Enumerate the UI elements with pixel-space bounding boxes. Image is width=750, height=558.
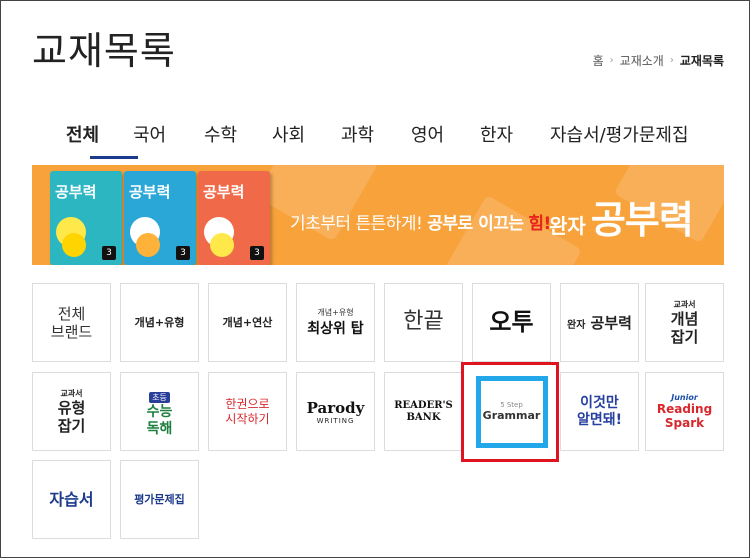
brand-tile-concept-calc[interactable]: 개념+연산 — [208, 283, 287, 362]
category-tabs: 전체 국어 수학 사회 과학 영어 한자 자습서/평가문제집 — [32, 115, 724, 159]
selected-tile-highlight — [461, 362, 559, 462]
brand-tile-oto[interactable]: 오투 — [472, 283, 551, 362]
tab-science[interactable]: 과학 — [341, 121, 374, 147]
tab-study-guide[interactable]: 자습서/평가문제집 — [550, 121, 689, 147]
page-title: 교재목록 — [32, 29, 176, 73]
banner-brand-logo: 완자 공부력 — [549, 198, 694, 242]
banner-slogan: 기초부터 튼튼하게! 공부로 이끄는 힘! — [290, 214, 551, 234]
brand-tile-concept-type[interactable]: 개념+유형 — [120, 283, 199, 362]
brand-tile-gongbu[interactable]: 완자 공부력 — [560, 283, 639, 362]
brand-tile-parody[interactable]: Parody WRITING — [296, 372, 375, 451]
brand-tile-readers-bank[interactable]: READER'S BANK — [384, 372, 463, 451]
brand-tile-suneung-reading[interactable]: 초등 수능 독해 — [120, 372, 199, 451]
brand-tile-type-book[interactable]: 교과서 유형 잡기 — [32, 372, 111, 451]
tab-social[interactable]: 사회 — [272, 121, 305, 147]
book-cover: 공부력 3 — [50, 171, 122, 265]
promo-banner[interactable]: 공부력 3 공부력 3 공부력 3 기초부터 튼튼하게! 공부로 이끄는 힘! … — [32, 165, 724, 265]
brand-tile-concept-book[interactable]: 교과서 개념 잡기 — [645, 283, 724, 362]
brand-tile-hankkeut[interactable]: 한끝 — [384, 283, 463, 362]
active-tab-indicator — [90, 156, 138, 159]
brand-tile-reading-spark[interactable]: Junior Reading Spark — [645, 372, 724, 451]
tab-korean[interactable]: 국어 — [133, 121, 166, 147]
tab-all[interactable]: 전체 — [66, 121, 99, 147]
brand-tile-self-study[interactable]: 자습서 — [32, 460, 111, 539]
brand-tile-one-book[interactable]: 한권으로 시작하기 — [208, 372, 287, 451]
breadcrumb: 홈 › 교재소개 › 교재목록 — [593, 52, 724, 69]
breadcrumb-home[interactable]: 홈 — [593, 52, 604, 69]
brand-tile-top[interactable]: 개념+유형 최상위 탑 — [296, 283, 375, 362]
chevron-right-icon: › — [669, 55, 674, 66]
brand-tile-all[interactable]: 전체 브랜드 — [32, 283, 111, 362]
page-frame — [0, 0, 750, 558]
breadcrumb-current: 교재목록 — [679, 54, 724, 68]
tab-math[interactable]: 수학 — [204, 121, 237, 147]
breadcrumb-intro[interactable]: 교재소개 — [620, 52, 664, 69]
brand-tile-only-this[interactable]: 이것만 알면돼! — [560, 372, 639, 451]
book-cover: 공부력 3 — [124, 171, 196, 265]
chevron-right-icon: › — [609, 55, 614, 66]
brand-tile-evaluation[interactable]: 평가문제집 — [120, 460, 199, 539]
tab-english[interactable]: 영어 — [411, 121, 444, 147]
tab-hanja[interactable]: 한자 — [480, 121, 513, 147]
book-cover: 공부력 3 — [198, 171, 270, 265]
